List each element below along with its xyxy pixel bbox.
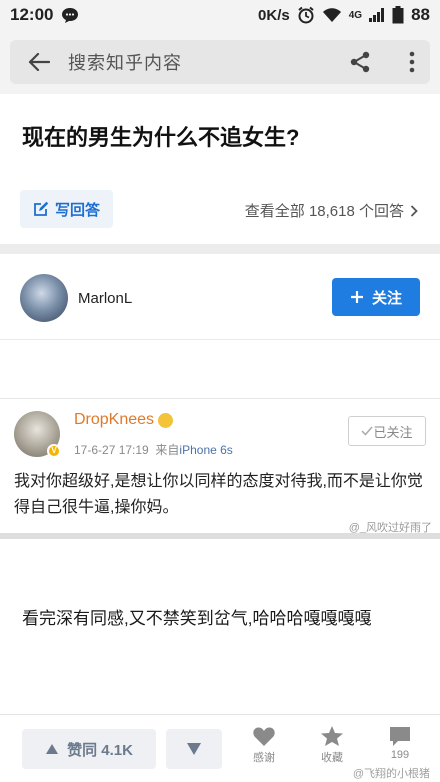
upvote-label: 赞同 4.1K — [67, 741, 133, 759]
upvote-button[interactable]: 赞同 4.1K — [22, 729, 156, 769]
share-button[interactable] — [348, 50, 372, 79]
embedded-followed-button: 已关注 — [348, 416, 426, 446]
member-badge-icon — [158, 412, 174, 428]
more-menu-button[interactable] — [408, 50, 416, 79]
downvote-button[interactable] — [166, 729, 222, 769]
embedded-source-prefix: 来自 — [155, 443, 180, 457]
author-avatar[interactable] — [20, 274, 68, 322]
view-all-answers-link[interactable]: 查看全部 18,618 个回答 — [245, 200, 418, 221]
embedded-post-text: 我对你超级好,是想让你以同样的态度对待我,而不是让你觉得自己很牛逼,操你妈。 — [14, 473, 423, 516]
comments-button[interactable]: 199 — [370, 725, 430, 761]
comment-count: 199 — [390, 749, 410, 761]
search-header: 搜索知乎内容 — [0, 30, 440, 94]
arrow-left-icon — [28, 53, 50, 71]
embedded-device: iPhone 6s — [179, 443, 233, 457]
follow-label: 关注 — [371, 289, 402, 307]
signal-icon — [369, 8, 385, 22]
collect-label: 收藏 — [321, 752, 343, 764]
chevron-right-icon — [410, 204, 418, 217]
battery-icon — [392, 6, 404, 24]
share-icon — [350, 51, 370, 73]
bottom-watermark: @飞翔的小根猪 — [352, 768, 430, 780]
section-divider — [0, 244, 440, 254]
embedded-bottom-edge — [0, 533, 440, 539]
wifi-icon — [322, 7, 342, 23]
answer-author-row: MarlonL 关注 — [0, 254, 440, 340]
embedded-followed-label: 已关注 — [373, 424, 413, 440]
search-placeholder[interactable]: 搜索知乎内容 — [68, 49, 182, 75]
status-bar: 12:00 0K/s 4G 88 — [0, 0, 440, 30]
thanks-button[interactable]: 感谢 — [234, 725, 294, 765]
embedded-username: DropKnees — [74, 411, 174, 429]
network-type: 4G — [348, 9, 363, 21]
battery-level: 88 — [411, 5, 430, 24]
alarm-clock-icon — [297, 6, 315, 24]
heart-icon — [253, 727, 275, 746]
comment-icon — [390, 727, 410, 746]
embedded-time: 17-6-27 17:19 — [74, 443, 149, 457]
star-icon — [321, 726, 343, 746]
question-title[interactable]: 现在的男生为什么不追女生? — [22, 120, 299, 152]
network-speed: 0K/s — [258, 6, 290, 24]
chat-icon — [61, 6, 79, 24]
embedded-meta: 17-6-27 17:19 来自iPhone 6s — [74, 441, 233, 458]
answer-text: 看完深有同感,又不禁笑到岔气,哈哈哈嘎嘎嘎嘎 — [22, 609, 372, 628]
more-vertical-icon — [409, 51, 415, 73]
verified-badge-icon: V — [47, 444, 61, 458]
edit-icon — [34, 201, 49, 216]
triangle-down-icon — [187, 743, 201, 755]
author-name[interactable]: MarlonL — [78, 290, 132, 307]
triangle-up-icon — [46, 744, 59, 754]
write-answer-label: 写回答 — [54, 201, 100, 219]
follow-button[interactable]: 关注 — [332, 278, 420, 316]
back-button[interactable] — [10, 40, 68, 84]
status-time: 12:00 — [10, 5, 54, 24]
collect-button[interactable]: 收藏 — [302, 725, 362, 765]
embedded-username-text: DropKnees — [74, 411, 155, 428]
check-icon — [361, 426, 374, 436]
search-bar[interactable]: 搜索知乎内容 — [10, 40, 430, 84]
write-answer-button[interactable]: 写回答 — [20, 190, 113, 228]
bottom-action-bar: 赞同 4.1K 感谢 收藏 199 @飞翔的小根猪 — [0, 714, 440, 782]
embedded-post-image: V DropKnees 17-6-27 17:19 来自iPhone 6s 已关… — [0, 398, 440, 538]
view-all-label: 查看全部 18,618 个回答 — [244, 203, 404, 220]
plus-icon — [350, 291, 363, 303]
thanks-label: 感谢 — [253, 752, 275, 764]
